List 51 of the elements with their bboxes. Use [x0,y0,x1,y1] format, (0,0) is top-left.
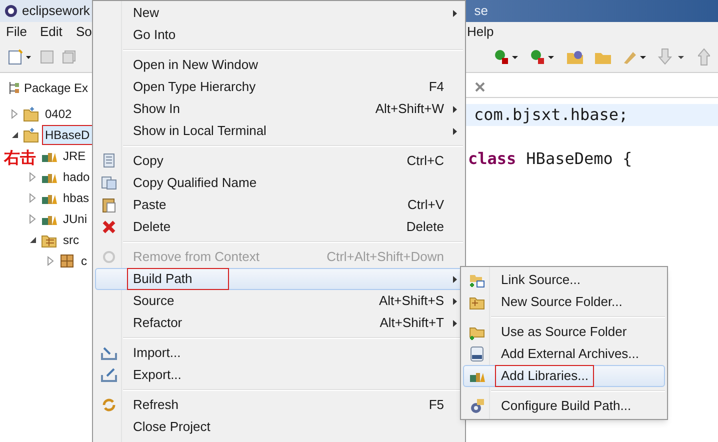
menu-item[interactable]: Refresh F5 [95,394,463,416]
tree-item[interactable]: hbas [60,188,92,208]
window-title: eclipsework [22,2,90,20]
menu-item[interactable]: Paste Ctrl+V [95,194,463,216]
menu-item[interactable]: File [6,22,27,42]
code-text: com.bjsxt.hbase; [474,104,628,126]
menu-item[interactable]: Link Source... [463,269,665,291]
shortcut-text: Delete [406,218,444,236]
shortcut-text: Ctrl+C [406,152,444,170]
tree-item[interactable]: JUni [60,208,90,228]
tree-item[interactable]: hado [60,166,93,186]
tree-item[interactable]: JRE [60,146,89,166]
code-text: HBaseDemo { [526,148,632,170]
menu-item[interactable]: Open in New Window [95,54,463,76]
menu-item[interactable]: Edit [40,22,62,42]
menu-item[interactable]: New Source Folder... [463,291,665,313]
menu-item[interactable]: Add External Archives... [463,343,665,365]
shortcut-text: Alt+Shift+W [375,100,444,118]
menu-item[interactable]: Close Project [95,416,463,438]
menu-item[interactable]: Copy Ctrl+C [95,150,463,172]
window-title: se [474,2,488,20]
menu-item[interactable]: Open Type Hierarchy F4 [95,76,463,98]
tree-item[interactable]: 0402 [42,104,75,124]
tree-item[interactable]: src [60,230,82,250]
menu-item[interactable]: Refactor Alt+Shift+T [95,312,463,334]
menu-item[interactable]: Use as Source Folder [463,321,665,343]
menu-item[interactable]: So [76,22,92,42]
menu-item[interactable]: Build Path [95,268,463,290]
shortcut-text: Alt+Shift+T [380,314,444,332]
menu-item[interactable]: Source Alt+Shift+S [95,290,463,312]
tree-item[interactable]: c [78,250,90,270]
menu-item[interactable]: Go Into [95,24,463,46]
tree-item[interactable]: HBaseD [42,124,93,144]
shortcut-text: Alt+Shift+S [378,292,444,310]
menu-item[interactable]: Help [467,22,494,42]
shortcut-text: F4 [428,78,444,96]
annotation-text: 右击 [4,148,36,169]
menu-item[interactable]: Import... [95,342,463,364]
panel-title: Package Ex [24,80,88,97]
menu-item[interactable]: Add Libraries... [463,365,665,387]
menu-item[interactable]: Delete Delete [95,216,463,238]
code-keyword: class [468,148,516,170]
shortcut-text: Ctrl+V [408,196,444,214]
menu-item[interactable]: Export... [95,364,463,386]
menu-item[interactable]: Copy Qualified Name [95,172,463,194]
shortcut-text: F5 [428,396,444,414]
shortcut-text: Ctrl+Alt+Shift+Down [326,248,444,266]
menu-item[interactable]: Show in Local Terminal [95,120,463,142]
menu-item[interactable]: Show In Alt+Shift+W [95,98,463,120]
menu-item[interactable]: Configure Build Path... [463,395,665,417]
menu-item[interactable]: New [95,2,463,24]
